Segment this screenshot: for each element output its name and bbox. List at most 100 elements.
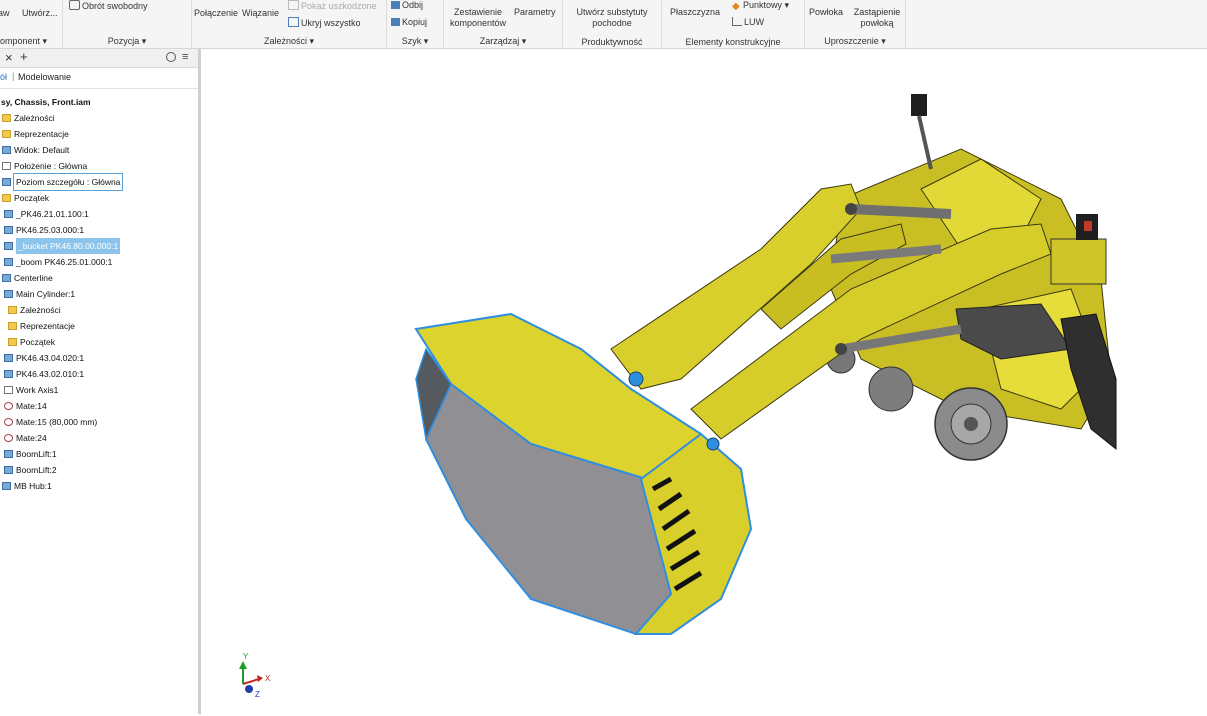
tree-item[interactable]: Mate:24 [0, 430, 198, 446]
ribbon-group-constraints: Połączenie Wiązanie Pokaż uszkodzone Ukr… [192, 0, 387, 48]
tree-item[interactable]: sy, Chassis, Front.iam [0, 94, 198, 110]
tree-item[interactable]: _boom PK46.25.01.000:1 [0, 254, 198, 270]
tree-item[interactable]: Początek [0, 334, 198, 350]
tree-item[interactable]: Centerline [0, 270, 198, 286]
tree-item[interactable]: BoomLift:1 [0, 446, 198, 462]
add-tab-button[interactable]: + [20, 49, 28, 64]
ribbon-group-label: Elementy konstrukcyjne [685, 37, 781, 47]
ribbon-button-create[interactable]: Utwórz... [22, 8, 58, 19]
part-icon [2, 274, 11, 282]
tree-item-label: PK46.43.02.010:1 [16, 369, 85, 379]
browser-tree: sy, Chassis, Front.iam Zależności Reprezen… [0, 94, 198, 494]
ribbon-group-label[interactable]: Szyk ▾ [387, 36, 443, 47]
tree-item[interactable]: Mate:15 (80,000 mm) [0, 414, 198, 430]
tree-item-label: Centerline [14, 273, 53, 283]
tree-item[interactable]: Początek [0, 190, 198, 206]
tree-item-label: Początek [20, 337, 55, 347]
tree-item-label: Reprezentacje [20, 321, 75, 331]
plane-button[interactable]: Płaszczyzna [670, 7, 720, 18]
tree-item[interactable]: Położenie : Główna [0, 158, 198, 174]
tree-item-label: Reprezentacje [14, 129, 69, 139]
free-rotate-button[interactable]: Obrót swobodny [69, 0, 148, 12]
tree-item[interactable]: PK46.43.02.010:1 [0, 366, 198, 382]
tree-item-label: PK46.25.03.000:1 [16, 225, 85, 235]
axis-label-x: X [265, 674, 271, 683]
ribbon-group-label[interactable]: Zależności ▾ [192, 36, 386, 47]
constrain-button[interactable]: Wiązanie [242, 8, 279, 19]
shrinkwrap-substitute-button[interactable]: Zastąpienie powłoką [849, 7, 905, 29]
ucs-button[interactable]: LUW [732, 17, 764, 28]
tree-item[interactable]: Widok: Default [0, 142, 198, 158]
part-icon [4, 290, 13, 298]
browser-subtabs: ół | Modelowanie [0, 68, 198, 89]
axis-triad[interactable]: Y X Z [239, 652, 271, 699]
ribbon-group-productivity: Utwórz substytuty pochodne Produktywność [563, 0, 662, 48]
ribbon-group-manage: Zestawienie komponentów Parametry Zarząd… [444, 0, 563, 48]
part-icon [4, 210, 13, 218]
x-axis-arrow-icon [257, 675, 263, 682]
tree-item-label: Widok: Default [14, 145, 70, 155]
ribbon-group-label[interactable]: omponent ▾ [0, 36, 62, 47]
tree-item[interactable]: _PK46.21.01.100:1 [0, 206, 198, 222]
axis-icon [4, 386, 13, 394]
tree-item[interactable]: BoomLift:2 [0, 462, 198, 478]
ribbon-group-pattern: Odbij Kopiuj Szyk ▾ [387, 0, 444, 48]
tree-item-label: Zależności [20, 305, 61, 315]
create-substitutes-button[interactable]: Utwórz substytuty pochodne [567, 7, 657, 29]
ribbon-group-label[interactable]: Uproszczenie ▾ [805, 36, 905, 47]
folder-icon [2, 194, 11, 202]
ribbon-group-work-features: Płaszczyzna ◆ Punktowy ▾ LUW Elementy kon… [662, 0, 805, 48]
tree-item-label: Zależności [14, 113, 55, 123]
copy-button[interactable]: Kopiuj [391, 17, 427, 28]
tree-item[interactable]: PK46.25.03.000:1 [0, 222, 198, 238]
tree-item[interactable]: PK46.43.04.020:1 [0, 350, 198, 366]
bom-button[interactable]: Zestawienie komponentów [444, 7, 512, 29]
subtab-assembly[interactable]: ół [0, 72, 7, 82]
tree-item[interactable]: Reprezentacje [0, 126, 198, 142]
ribbon-group-label[interactable]: Pozycja ▾ [63, 36, 191, 47]
point-button[interactable]: ◆ Punktowy ▾ [732, 0, 789, 12]
ribbon-group-component: aw Utwórz... omponent ▾ [0, 0, 63, 48]
mate-icon [4, 434, 13, 442]
hide-all-button[interactable]: Ukryj wszystko [288, 17, 361, 29]
ribbon-group-position: Obrót swobodny Pozycja ▾ [63, 0, 192, 48]
tree-item-label: PK46.43.04.020:1 [16, 353, 85, 363]
ucs-label: LUW [744, 17, 764, 27]
ribbon-group-simplification: Powłoka Zastąpienie powłoką Uproszczenie… [805, 0, 906, 48]
tree-item-label: Work Axis1 [16, 385, 59, 395]
copy-icon [391, 18, 400, 26]
part-icon [4, 450, 13, 458]
tree-item[interactable]: _bucket PK46.80.00.000:1 [0, 238, 198, 254]
rotate-icon [69, 0, 80, 10]
position-icon [2, 162, 11, 170]
view-icon [2, 146, 11, 154]
subtab-modeling[interactable]: Modelowanie [18, 72, 71, 82]
ucs-icon [732, 17, 742, 26]
joint-button[interactable]: Połączenie [194, 8, 238, 19]
close-tab-button[interactable]: × [5, 50, 13, 65]
tree-item[interactable]: Work Axis1 [0, 382, 198, 398]
subtab-separator: | [12, 71, 15, 81]
ribbon-group-label[interactable]: Zarządzaj ▾ [444, 36, 562, 47]
menu-icon[interactable]: ≡ [182, 51, 188, 63]
ribbon-button-place[interactable]: aw [0, 8, 10, 19]
tree-item[interactable]: Zależności [0, 110, 198, 126]
shrinkwrap-button[interactable]: Powłoka [809, 7, 843, 18]
tree-item[interactable]: Zależności [0, 302, 198, 318]
tree-item-label: MB Hub:1 [14, 481, 52, 491]
graphics-viewport[interactable]: Y X Z [201, 49, 1207, 714]
tree-item[interactable]: MB Hub:1 [0, 478, 198, 494]
tree-item[interactable]: Main Cylinder:1 [0, 286, 198, 302]
parameters-button[interactable]: Parametry [514, 7, 556, 18]
mirror-button[interactable]: Odbij [391, 0, 423, 11]
constraint-warning-icon [288, 0, 299, 10]
mate-icon [4, 402, 13, 410]
tree-item[interactable]: Poziom szczegółu : Główna [0, 173, 198, 191]
excavator-model[interactable]: Y X Z [201, 49, 1207, 714]
show-sick-button[interactable]: Pokaż uszkodzone [288, 0, 377, 12]
y-axis-arrow-icon [239, 661, 247, 669]
tree-item-label: _boom PK46.25.01.000:1 [16, 257, 113, 267]
tree-item[interactable]: Mate:14 [0, 398, 198, 414]
search-icon[interactable] [166, 52, 176, 62]
tree-item[interactable]: Reprezentacje [0, 318, 198, 334]
